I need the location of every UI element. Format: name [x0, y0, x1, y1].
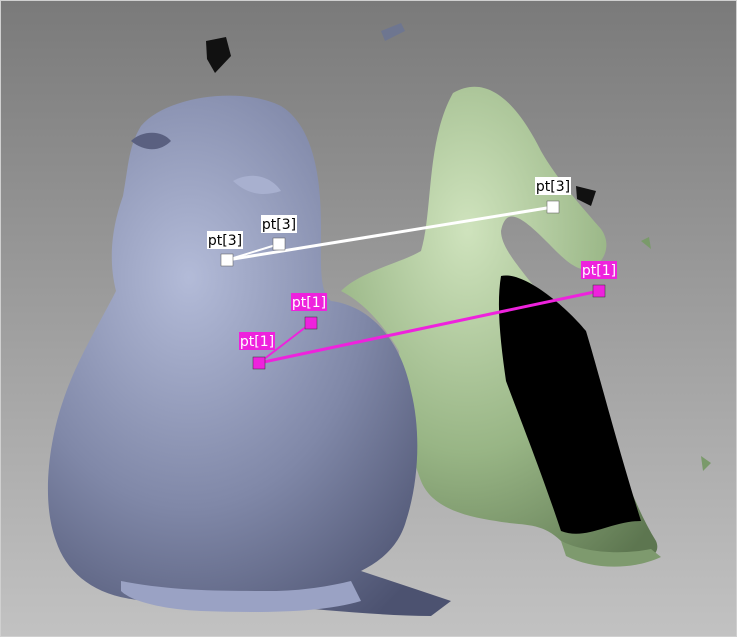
scene-canvas[interactable]: pt[3] pt[3] pt[3] pt[1] pt[1] pt[1]: [1, 1, 736, 636]
pt3-source-label: pt[3]: [208, 233, 242, 249]
3d-viewport[interactable]: pt[3] pt[3] pt[3] pt[1] pt[1] pt[1]: [0, 0, 737, 637]
pt1-source-label: pt[1]: [240, 334, 274, 350]
pt1-source-alt-marker[interactable]: [304, 316, 318, 330]
pt1-source-alt-label: pt[1]: [292, 295, 326, 311]
pt3-source-alt-label: pt[3]: [262, 217, 296, 233]
pt3-source-marker[interactable]: [220, 253, 234, 267]
pt3-target-marker[interactable]: [546, 200, 560, 214]
pt3-target-label: pt[3]: [536, 179, 570, 195]
pt1-target-label: pt[1]: [582, 263, 616, 279]
pt1-source-marker[interactable]: [252, 356, 266, 370]
pt1-target-marker[interactable]: [592, 284, 606, 298]
pt3-source-alt-marker[interactable]: [272, 237, 286, 251]
